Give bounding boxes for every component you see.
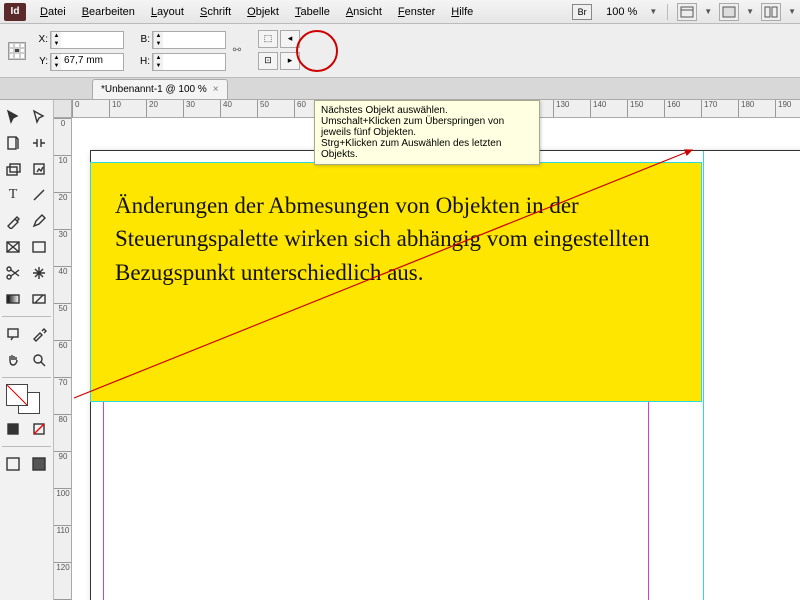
text-frame[interactable]: Änderungen der Abmesungen von Objekten i… [90,162,702,402]
gradient-swatch-tool[interactable] [1,287,25,311]
bridge-icon[interactable]: Br [572,4,592,20]
column-guide [703,151,704,600]
menu-file[interactable]: Datei [32,3,74,21]
menu-bar: Id Datei Bearbeiten Layout Schrift Objek… [0,0,800,24]
arrange-docs-dropdown-icon[interactable]: ▼ [788,7,796,16]
tooltip-line: Nächstes Objekt auswählen. [321,105,533,116]
document-tab-bar: *Unbenannt-1 @ 100 % × [0,78,800,100]
menu-edit[interactable]: Bearbeiten [74,3,143,21]
y-field[interactable]: ▲▼ 67,7 mm [50,53,124,71]
menu-layout[interactable]: Layout [143,3,192,21]
text-frame-content: Änderungen der Abmesungen von Objekten i… [91,163,701,289]
document-tab[interactable]: *Unbenannt-1 @ 100 % × [92,79,228,99]
gap-tool[interactable] [27,131,51,155]
menu-help[interactable]: Hilfe [443,3,481,21]
menu-window[interactable]: Fenster [390,3,443,21]
y-label: Y: [34,56,48,67]
h-label: H: [136,56,150,67]
select-container-button[interactable]: ⬚ [258,30,278,48]
pen-tool[interactable] [1,209,25,233]
w-field[interactable]: ▲▼ [152,31,226,49]
ruler-origin[interactable] [54,100,72,118]
apply-none-icon[interactable] [27,417,51,441]
content-collector-tool[interactable] [1,157,25,181]
menu-type[interactable]: Schrift [192,3,239,21]
zoom-dropdown-icon[interactable]: ▼ [649,7,657,16]
note-tool[interactable] [1,322,25,346]
x-field[interactable]: ▲▼ [50,31,124,49]
scissors-tool[interactable] [1,261,25,285]
pencil-tool[interactable] [27,209,51,233]
close-tab-icon[interactable]: × [213,84,219,95]
rectangle-tool[interactable] [27,235,51,259]
annotation-red-circle [296,30,338,72]
select-next-object-button[interactable]: ▸ [280,52,300,70]
reference-point-proxy[interactable] [8,42,26,60]
gradient-feather-tool[interactable] [27,287,51,311]
x-label: X: [34,34,48,45]
tooltip-line: Umschalt+Klicken zum Überspringen von je… [321,116,533,138]
eyedropper-tool[interactable] [27,322,51,346]
view-mode-normal-icon[interactable] [1,452,25,476]
document-tab-title: *Unbenannt-1 @ 100 % [101,84,207,95]
arrange-docs-icon[interactable] [761,3,781,21]
apply-color-icon[interactable] [1,417,25,441]
screen-mode-dropdown-icon[interactable]: ▼ [746,7,754,16]
direct-selection-tool[interactable] [27,105,51,129]
constrain-proportions-icon[interactable]: ⚯ [230,34,244,68]
select-content-button[interactable]: ⊡ [258,52,278,70]
free-transform-tool[interactable] [27,261,51,285]
menu-object[interactable]: Objekt [239,3,287,21]
tooltip-line: Strg+Klicken zum Auswählen des letzten O… [321,138,533,160]
control-panel: X: ▲▼ Y: ▲▼ 67,7 mm B: ▲▼ H: ▲▼ [0,24,800,78]
zoom-tool[interactable] [27,348,51,372]
w-label: B: [136,34,150,45]
content-placer-tool[interactable] [27,157,51,181]
view-options-icon[interactable] [677,3,697,21]
tooltip: Nächstes Objekt auswählen. Umschalt+Klic… [314,100,540,165]
selection-tool[interactable] [1,105,25,129]
type-tool[interactable]: T [1,183,25,207]
view-mode-preview-icon[interactable] [27,452,51,476]
hand-tool[interactable] [1,348,25,372]
rectangle-frame-tool[interactable] [1,235,25,259]
view-options-dropdown-icon[interactable]: ▼ [704,7,712,16]
page-tool[interactable] [1,131,25,155]
screen-mode-icon[interactable] [719,3,739,21]
app-logo-icon: Id [4,3,26,21]
tool-panel: T [0,100,54,600]
select-prev-object-button[interactable]: ◂ [280,30,300,48]
h-field[interactable]: ▲▼ [152,53,226,71]
line-tool[interactable] [27,183,51,207]
fill-swatch-icon[interactable] [6,384,28,406]
document-canvas[interactable]: 0102030405060708090100110120130140150160… [54,100,800,600]
menu-table[interactable]: Tabelle [287,3,338,21]
zoom-level[interactable]: 100 % [606,6,637,18]
fill-stroke-swatch[interactable] [4,382,44,412]
vertical-ruler[interactable]: 0102030405060708090100110120130 [54,118,72,600]
menu-view[interactable]: Ansicht [338,3,390,21]
